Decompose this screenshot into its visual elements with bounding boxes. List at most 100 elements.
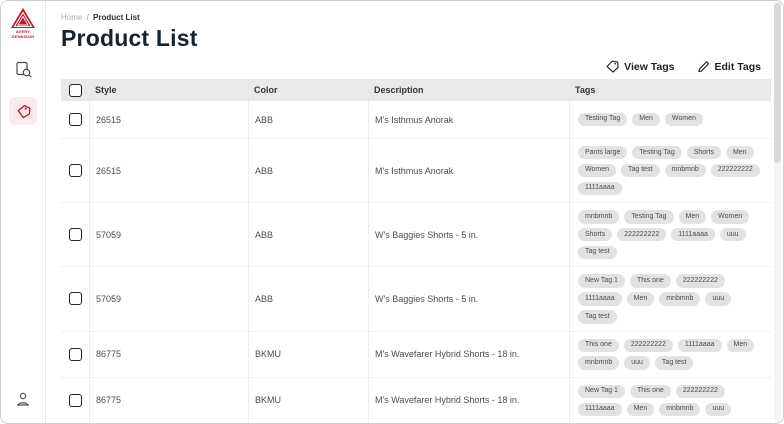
document-search-icon — [15, 61, 32, 78]
tags-cell: Pants large Testing Tag Shorts Men Women Tag … — [569, 139, 771, 202]
tag-pill: Women — [665, 113, 703, 126]
tag-pill: 222222222 — [711, 164, 760, 177]
color-cell: ABB — [248, 101, 368, 138]
tag-pill: New Tag 1 — [578, 274, 625, 287]
tag-icon — [16, 104, 31, 119]
tags-cell: New Tag 1 This one 222222222 1111aaaa Menmnb… — [569, 267, 771, 330]
tag-pill: mnbmnb — [659, 403, 700, 416]
logo-text: AVERY DENNISON — [12, 30, 35, 39]
table-row: 86775BKMUM's Wavefarer Hybrid Shorts - 1… — [61, 332, 771, 378]
tag-pill: Men — [727, 339, 755, 352]
toolbar: View Tags Edit Tags — [61, 60, 761, 73]
tag-pill: Men — [627, 292, 655, 305]
table-row: 57059ABBW's Baggies Shorts - 5 in.New Ta… — [61, 267, 771, 331]
column-header-style: Style — [89, 79, 248, 101]
tag-pill: mnbmnb — [578, 356, 619, 369]
row-checkbox-cell — [61, 203, 89, 266]
sidebar-item-tags[interactable] — [9, 97, 37, 125]
tag-pill: 222222222 — [676, 385, 725, 398]
tag-pill: New Tag 1 — [578, 385, 625, 398]
tag-pill: mnbmnb — [659, 292, 700, 305]
tag-pill: uuu — [705, 403, 731, 416]
row-checkbox[interactable] — [69, 348, 82, 361]
tag-pill: Testing Tag — [632, 146, 681, 159]
table-row: 26515ABBM's Isthmus AnorakTesting TagMen… — [61, 101, 771, 139]
table-row: 57059ABBW's Baggies Shorts - 5 in. mnbmnb… — [61, 203, 771, 267]
tags-group: New Tag 1 This one 222222222 1111aaaa Menmnb… — [578, 274, 763, 323]
tag-pill: Testing Tag — [624, 210, 673, 223]
logo-triangle-icon — [10, 7, 36, 29]
tag-pill: Shorts — [687, 146, 721, 159]
tags-group: Testing TagMenWomen — [578, 113, 763, 126]
tag-pill: Tag test — [621, 164, 660, 177]
user-icon — [15, 391, 31, 407]
tag-pill: 222222222 — [624, 339, 673, 352]
tag-pill: Tag test — [655, 356, 694, 369]
row-checkbox[interactable] — [69, 164, 82, 177]
avery-dennison-logo: AVERY DENNISON — [8, 7, 38, 39]
tag-pill: Men — [627, 403, 655, 416]
style-cell: 57059 — [89, 267, 248, 330]
table-row: 26515ABBM's Isthmus AnorakPants largeTes… — [61, 139, 771, 203]
row-checkbox[interactable] — [69, 113, 82, 126]
breadcrumb-separator: / — [87, 13, 89, 22]
tags-group: mnbmnbTesting TagMenWomenShorts222222222… — [578, 210, 763, 259]
main-area: Home / Product List Product List View Ta… — [46, 1, 783, 423]
tag-pill: 1111aaaa — [678, 339, 722, 352]
tag-pill: uuu — [624, 356, 650, 369]
style-cell: 26515 — [89, 101, 248, 138]
tag-outline-icon — [606, 60, 619, 73]
tag-pill: 1111aaaa — [578, 182, 622, 195]
tag-pill: This one — [578, 339, 619, 352]
tag-pill: 1111aaaa — [578, 403, 622, 416]
scrollbar-thumb[interactable] — [774, 3, 781, 163]
description-cell: M's Isthmus Anorak — [368, 101, 569, 138]
view-tags-label: View Tags — [624, 61, 674, 73]
color-cell: ABB — [248, 267, 368, 330]
content: Home / Product List Product List View Ta… — [46, 1, 783, 423]
row-checkbox[interactable] — [69, 292, 82, 305]
style-cell: 86775 — [89, 332, 248, 377]
row-checkbox[interactable] — [69, 228, 82, 241]
style-cell: 86775 — [89, 378, 248, 423]
tag-pill: mnbmnb — [578, 210, 619, 223]
row-checkbox[interactable] — [69, 394, 82, 407]
app-window: AVERY DENNISON — [0, 0, 784, 424]
tag-pill: Tag test — [578, 246, 617, 259]
tag-pill: Men — [726, 146, 754, 159]
tag-pill: 1111aaaa — [578, 292, 622, 305]
page-title: Product List — [61, 25, 761, 52]
tag-pill: This one — [630, 385, 671, 398]
color-cell: ABB — [248, 203, 368, 266]
tag-pill: Pants large — [578, 146, 627, 159]
select-all-checkbox[interactable] — [69, 84, 82, 97]
column-header-tags: Tags — [569, 79, 771, 101]
style-cell: 57059 — [89, 203, 248, 266]
breadcrumb: Home / Product List — [61, 13, 761, 22]
edit-tags-button[interactable]: Edit Tags — [697, 60, 761, 73]
tag-pill: 222222222 — [617, 228, 666, 241]
tag-pill: 1111aaaa — [671, 228, 715, 241]
breadcrumb-home-link[interactable]: Home — [61, 13, 82, 22]
tag-pill: This one — [630, 274, 671, 287]
tag-pill: Men — [632, 113, 660, 126]
breadcrumb-current: Product List — [93, 13, 140, 22]
sidebar-item-product-search[interactable] — [9, 55, 37, 83]
column-header-description: Description — [368, 79, 569, 101]
description-cell: M's Isthmus Anorak — [368, 139, 569, 202]
tags-group: This one 222222222 1111aaaa Men mnbmnb uuu Tag… — [578, 339, 763, 370]
tag-pill: 222222222 — [676, 274, 725, 287]
sidebar-item-profile[interactable] — [9, 385, 37, 413]
tags-cell: New Tag 1 This one 222222222 1111aaaa Menmnb… — [569, 378, 771, 423]
table-body: 26515ABBM's Isthmus AnorakTesting TagMen… — [61, 101, 771, 423]
tag-pill: Women — [578, 164, 616, 177]
tags-cell: mnbmnbTesting TagMenWomenShorts222222222… — [569, 203, 771, 266]
edit-tags-label: Edit Tags — [715, 61, 761, 73]
tag-pill: uuu — [720, 228, 746, 241]
description-cell: W's Baggies Shorts - 5 in. — [368, 203, 569, 266]
product-table: Style Color Description Tags 26515ABBM's… — [61, 79, 771, 423]
scrollbar-track[interactable] — [774, 1, 781, 423]
row-checkbox-cell — [61, 267, 89, 330]
view-tags-button[interactable]: View Tags — [606, 60, 674, 73]
style-cell: 26515 — [89, 139, 248, 202]
